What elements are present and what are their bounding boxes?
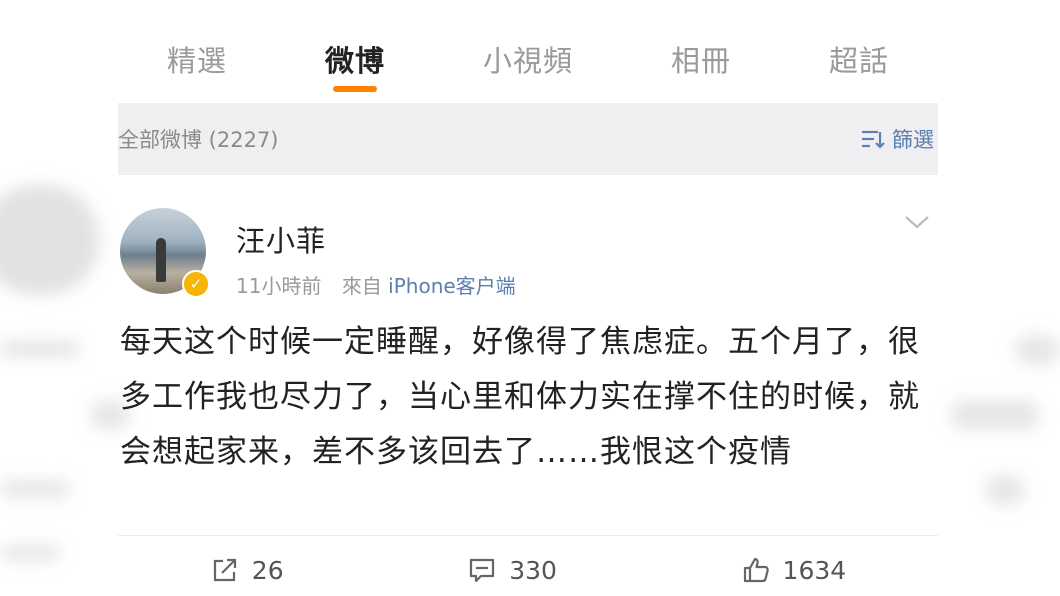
comment-count: 330	[509, 555, 557, 585]
tab-super-topics[interactable]: 超話	[829, 30, 889, 98]
filter-button[interactable]: 篩選	[860, 124, 938, 154]
blurred-content	[950, 400, 1040, 430]
tab-weibo[interactable]: 微博	[325, 30, 385, 98]
chevron-down-icon[interactable]	[902, 212, 932, 232]
blurred-avatar	[0, 185, 100, 295]
profile-tabs: 精選 微博 小視頻 相冊 超話	[118, 30, 938, 102]
weibo-profile-screen: 精選 微博 小視頻 相冊 超話 全部微博 (2227) 篩選 ✓ 汪小菲 11小…	[0, 0, 1060, 596]
comment-button[interactable]: 330	[467, 555, 557, 585]
tab-label: 超話	[828, 44, 889, 78]
source-client: iPhone客户端	[388, 274, 516, 298]
tab-label: 相冊	[670, 44, 731, 78]
source-prefix: 來自	[341, 274, 382, 298]
post-content: 每天这个时候一定睡醒，好像得了焦虑症。五个月了，很多工作我也尽力了，当心里和体力…	[120, 324, 920, 470]
post-actions: 26 330 1634	[118, 545, 938, 595]
blurred-content	[0, 340, 80, 358]
thumbs-up-icon	[743, 557, 769, 583]
tab-label: 微博	[324, 44, 385, 78]
all-posts-count[interactable]: 全部微博 (2227)	[118, 124, 279, 154]
blurred-content	[1015, 335, 1060, 365]
post-meta: 11小時前 來自 iPhone客户端	[236, 270, 516, 299]
post-card[interactable]: ✓ 汪小菲 11小時前 來自 iPhone客户端 每天这个时候一定睡醒，好像得了…	[118, 190, 938, 596]
filter-label: 篩選	[892, 128, 934, 152]
repost-icon	[213, 558, 236, 582]
post-source: 來自 iPhone客户端	[342, 274, 516, 298]
post-username[interactable]: 汪小菲	[236, 218, 326, 260]
like-count: 1634	[782, 555, 847, 585]
filter-bar: 全部微博 (2227) 篩選	[118, 103, 938, 175]
post-time: 11小時前	[236, 274, 322, 298]
active-tab-indicator	[332, 86, 377, 92]
filter-icon	[862, 130, 885, 149]
tab-label: 小視頻	[482, 44, 573, 78]
tab-featured[interactable]: 精選	[167, 30, 227, 98]
tab-label: 精選	[166, 44, 227, 78]
blurred-content	[0, 545, 60, 561]
avatar-person-figure	[156, 238, 166, 282]
tab-short-videos[interactable]: 小視頻	[483, 30, 573, 98]
blurred-content	[0, 480, 70, 498]
repost-count: 26	[251, 555, 284, 585]
repost-button[interactable]: 26	[210, 555, 284, 585]
blurred-content	[985, 475, 1025, 505]
like-button[interactable]: 1634	[741, 555, 847, 585]
comment-icon	[470, 558, 495, 583]
verified-badge-icon: ✓	[182, 270, 210, 298]
tab-albums[interactable]: 相冊	[671, 30, 731, 98]
divider	[118, 535, 938, 536]
